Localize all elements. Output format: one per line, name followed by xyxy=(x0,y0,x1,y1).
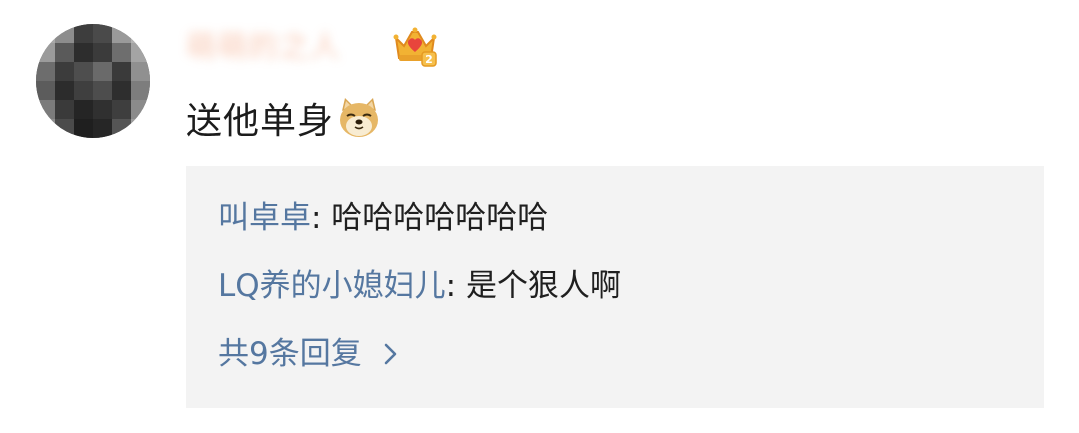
crown-icon: 2 xyxy=(393,27,437,67)
reply-content: 哈哈哈哈哈哈哈 xyxy=(321,200,549,236)
doge-emoji-icon xyxy=(340,98,379,137)
reply-item[interactable]: LQ养的小媳妇儿: 是个狠人啊 xyxy=(218,262,621,310)
reply-colon: : xyxy=(311,200,322,236)
avatar[interactable] xyxy=(36,24,150,138)
avatar-mosaic xyxy=(36,24,150,138)
username[interactable]: 萌萌的之人 xyxy=(186,26,341,70)
crown-badge-number: 2 xyxy=(425,53,433,66)
reply-item[interactable]: 叫卓卓: 哈哈哈哈哈哈哈 xyxy=(218,194,548,242)
reply-content: 是个狠人啊 xyxy=(456,268,621,304)
more-replies-link[interactable]: 共9条回复 xyxy=(218,330,400,378)
comment-body: 送他单身 xyxy=(186,90,382,146)
comment-text: 送他单身 xyxy=(186,101,335,142)
reply-colon: : xyxy=(445,268,457,304)
reply-box: 叫卓卓: 哈哈哈哈哈哈哈 LQ养的小媳妇儿: 是个狠人啊 共9条回复 xyxy=(186,166,1044,408)
reply-username[interactable]: LQ养的小媳妇儿 xyxy=(218,268,446,304)
reply-username[interactable]: 叫卓卓 xyxy=(218,200,311,236)
chevron-right-icon xyxy=(384,343,397,365)
more-replies-label: 共9条回复 xyxy=(218,336,362,372)
